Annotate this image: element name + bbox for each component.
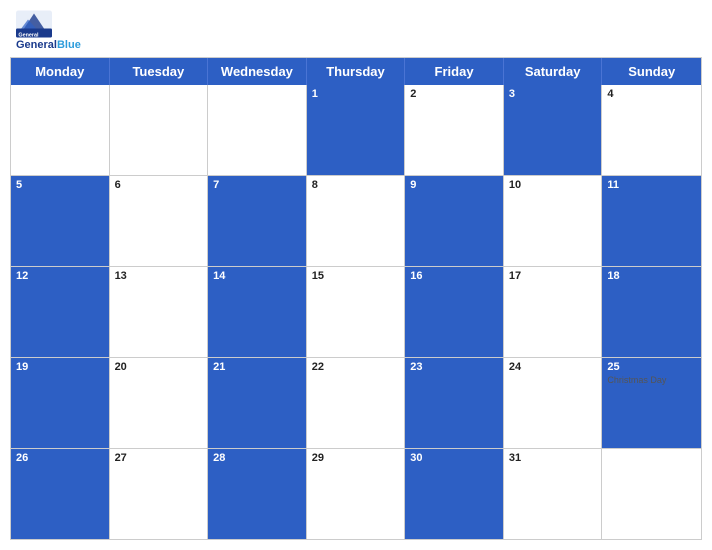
- day-friday: Friday: [405, 58, 504, 85]
- calendar-cell: 8: [307, 176, 406, 266]
- calendar-grid: 1234567891011121314151617181920212223242…: [11, 85, 701, 539]
- cell-date: 5: [16, 179, 104, 191]
- calendar-page: General GeneralBlue Monday Tuesday Wedne…: [0, 0, 712, 550]
- calendar-cell: 16: [405, 267, 504, 357]
- calendar-row-2: 56789 10 11: [11, 175, 701, 266]
- day-monday: Monday: [11, 58, 110, 85]
- calendar-row-1: 1234: [11, 85, 701, 175]
- day-thursday: Thursday: [307, 58, 406, 85]
- cell-date: 26: [16, 452, 104, 464]
- cell-date: 11: [607, 179, 696, 191]
- cell-date: 14: [213, 270, 301, 282]
- calendar-cell: 1: [307, 85, 406, 175]
- cell-date: 2: [410, 88, 498, 100]
- days-header: Monday Tuesday Wednesday Thursday Friday…: [11, 58, 701, 85]
- cell-date: 19: [16, 361, 104, 373]
- calendar-cell: 14: [208, 267, 307, 357]
- cell-date: 29: [312, 452, 400, 464]
- cell-event: Christmas Day: [607, 375, 696, 385]
- calendar-cell: 5: [11, 176, 110, 266]
- calendar-cell: 4: [602, 85, 701, 175]
- calendar-cell: 20: [110, 358, 209, 448]
- cell-date: 1: [312, 88, 400, 100]
- calendar-cell: 29: [307, 449, 406, 539]
- cell-date: 7: [213, 179, 301, 191]
- calendar-cell: 7: [208, 176, 307, 266]
- calendar-cell: 31: [504, 449, 603, 539]
- cell-date: 31: [509, 452, 597, 464]
- calendar-cell: 26: [11, 449, 110, 539]
- calendar-cell: 12: [11, 267, 110, 357]
- day-tuesday: Tuesday: [110, 58, 209, 85]
- calendar-cell: 23: [405, 358, 504, 448]
- cell-date: 25: [607, 361, 696, 373]
- svg-text:General: General: [18, 32, 39, 38]
- calendar-cell: [208, 85, 307, 175]
- calendar-cell: 19: [11, 358, 110, 448]
- calendar-row-3: 12 13 14 15 16 17 18: [11, 266, 701, 357]
- calendar-cell: 15: [307, 267, 406, 357]
- day-wednesday: Wednesday: [208, 58, 307, 85]
- calendar-cell: [110, 85, 209, 175]
- cell-date: 13: [115, 270, 203, 282]
- cell-date: 21: [213, 361, 301, 373]
- calendar-cell: 18: [602, 267, 701, 357]
- cell-date: 28: [213, 452, 301, 464]
- calendar-cell: 24: [504, 358, 603, 448]
- calendar-cell: [602, 449, 701, 539]
- cell-date: 6: [115, 179, 203, 191]
- cell-date: 16: [410, 270, 498, 282]
- cell-date: 22: [312, 361, 400, 373]
- calendar-cell: 17: [504, 267, 603, 357]
- calendar-cell: 10: [504, 176, 603, 266]
- calendar-body: Monday Tuesday Wednesday Thursday Friday…: [10, 57, 702, 540]
- cell-date: 12: [16, 270, 104, 282]
- calendar-cell: 30: [405, 449, 504, 539]
- logo: General GeneralBlue: [16, 10, 81, 51]
- logo-general: General: [16, 39, 57, 51]
- cell-date: 30: [410, 452, 498, 464]
- calendar-cell: 27: [110, 449, 209, 539]
- calendar-cell: 11: [602, 176, 701, 266]
- cell-date: 10: [509, 179, 597, 191]
- calendar-cell: 28: [208, 449, 307, 539]
- calendar-cell: 9: [405, 176, 504, 266]
- day-saturday: Saturday: [504, 58, 603, 85]
- calendar-cell: [11, 85, 110, 175]
- cell-date: 24: [509, 361, 597, 373]
- cell-date: 20: [115, 361, 203, 373]
- logo-icon: General: [16, 10, 52, 38]
- cell-date: 27: [115, 452, 203, 464]
- calendar-cell: 21: [208, 358, 307, 448]
- cell-date: 17: [509, 270, 597, 282]
- cell-date: 8: [312, 179, 400, 191]
- cell-date: 3: [509, 88, 597, 100]
- calendar-cell: 3: [504, 85, 603, 175]
- calendar-cell: 25 Christmas Day: [602, 358, 701, 448]
- cell-date: 4: [607, 88, 696, 100]
- calendar-cell: 22: [307, 358, 406, 448]
- cell-date: 18: [607, 270, 696, 282]
- calendar-cell: 2: [405, 85, 504, 175]
- cell-date: 23: [410, 361, 498, 373]
- logo-blue: Blue: [57, 39, 81, 51]
- calendar-header: General GeneralBlue: [0, 0, 712, 57]
- calendar-cell: 6: [110, 176, 209, 266]
- cell-date: 9: [410, 179, 498, 191]
- cell-date: 15: [312, 270, 400, 282]
- calendar-row-5: 26 27 28 29 30 31: [11, 448, 701, 539]
- calendar-cell: 13: [110, 267, 209, 357]
- calendar-row-4: 19 20 21 22 23 24 25 Christmas Day: [11, 357, 701, 448]
- day-sunday: Sunday: [602, 58, 701, 85]
